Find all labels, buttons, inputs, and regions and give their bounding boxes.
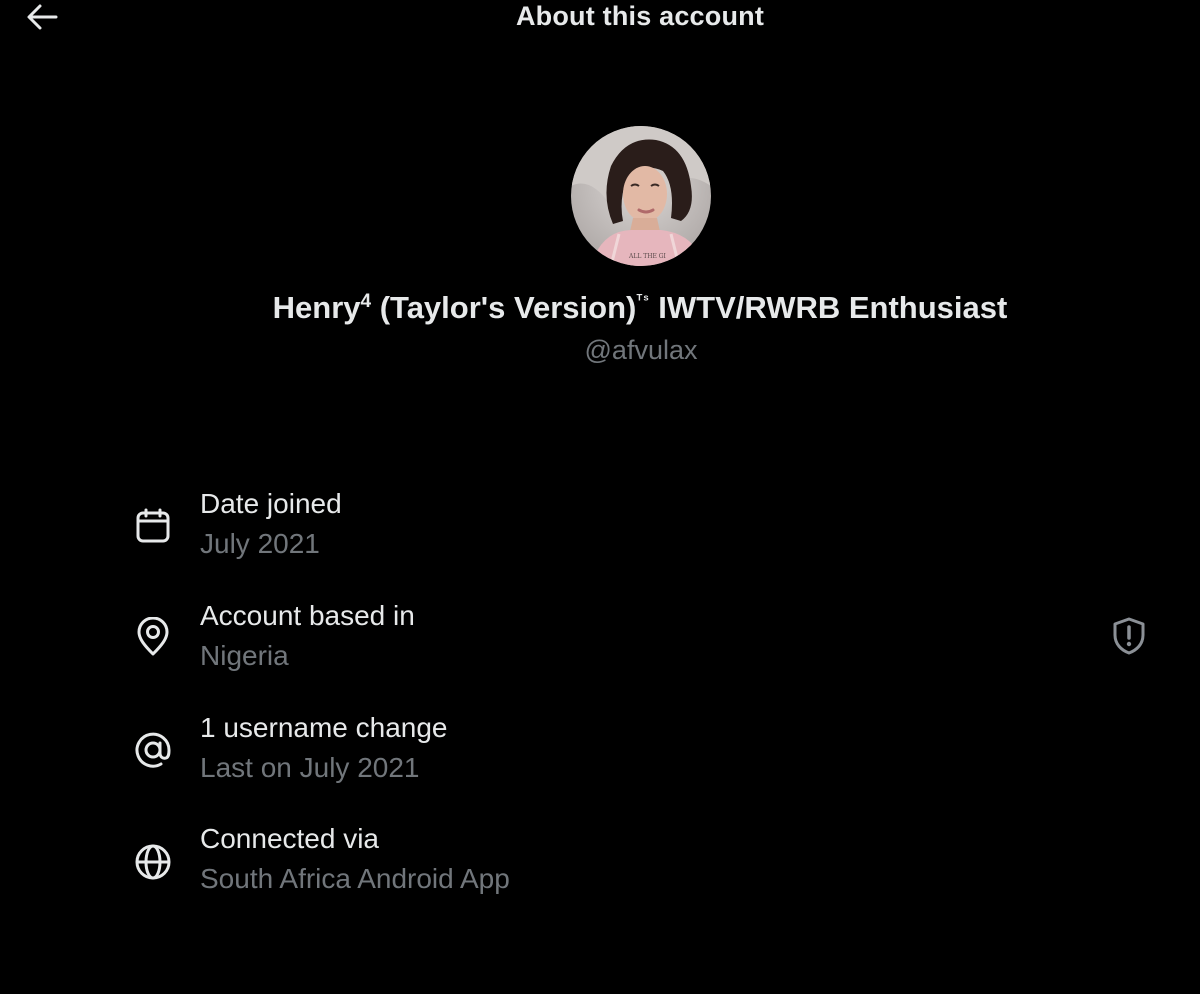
connected-via-row: Connected via South Africa Android App <box>130 823 1170 913</box>
display-name-main: Henry <box>272 290 361 325</box>
display-name-ts: ᵀˢ <box>636 291 650 307</box>
date-joined-label: Date joined <box>200 488 342 519</box>
connected-via-value: South Africa Android App <box>200 863 510 894</box>
page-title: About this account <box>515 1 765 31</box>
handle: @afvulax <box>584 335 698 365</box>
display-name: Henry4 (Taylor's Version)ᵀˢ IWTV/RWRB En… <box>0 290 1200 326</box>
date-joined-row: Date joined July 2021 <box>130 488 1170 578</box>
display-name-rest: IWTV/RWRB Enthusiast <box>649 290 1008 325</box>
at-sign-icon <box>130 727 176 773</box>
account-based-in-label: Account based in <box>200 600 415 631</box>
avatar[interactable]: ALL THE GI <box>571 126 711 266</box>
account-based-in-value: Nigeria <box>200 640 289 671</box>
display-name-version: (Taylor's Version) <box>371 290 637 325</box>
connected-via-label: Connected via <box>200 823 380 854</box>
header-bar: About this account <box>0 0 1200 40</box>
shield-alert-icon <box>1111 616 1147 661</box>
username-change-row: 1 username change Last on July 2021 <box>130 712 1170 802</box>
username-change-value: Last on July 2021 <box>200 752 420 783</box>
calendar-icon <box>130 503 176 549</box>
username-change-label: 1 username change <box>200 712 448 743</box>
account-based-in-row: Account based in Nigeria <box>130 600 1170 690</box>
shield-alert-button[interactable] <box>1106 615 1152 661</box>
svg-text:ALL THE GI: ALL THE GI <box>628 253 667 260</box>
globe-icon <box>130 839 176 885</box>
date-joined-value: July 2021 <box>200 528 320 559</box>
display-name-superscript: 4 <box>360 291 372 312</box>
location-pin-icon <box>130 614 176 660</box>
